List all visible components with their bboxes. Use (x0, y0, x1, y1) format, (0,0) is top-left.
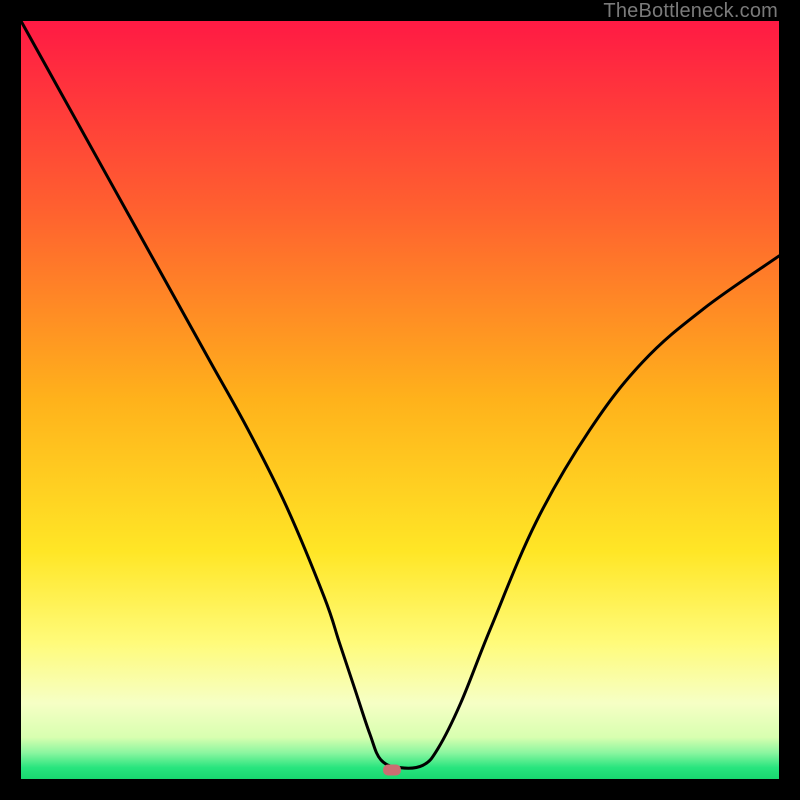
watermark-text: TheBottleneck.com (603, 0, 778, 23)
bottleneck-chart (21, 21, 779, 779)
optimum-marker (383, 764, 401, 775)
gradient-background (21, 21, 779, 779)
plot-frame (21, 21, 779, 779)
